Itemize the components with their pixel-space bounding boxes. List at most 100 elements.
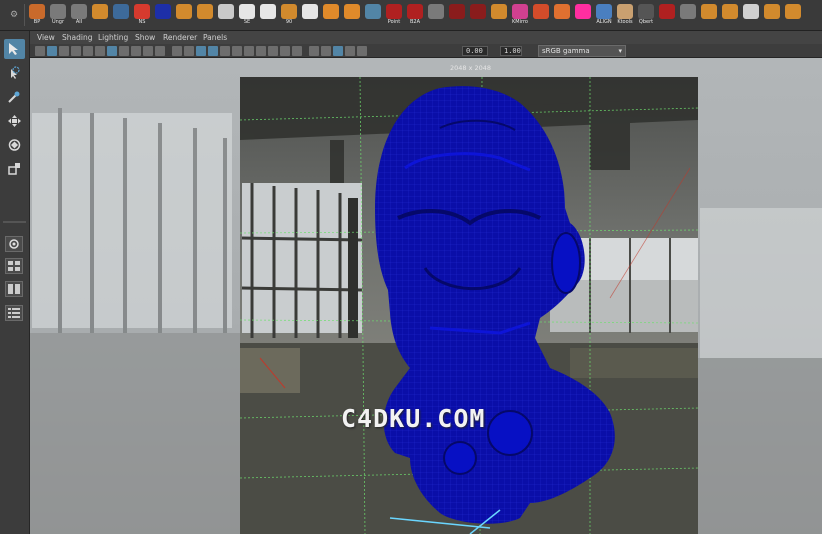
shelf-button-22[interactable]	[468, 3, 488, 28]
menu-show[interactable]: Show	[135, 33, 155, 42]
blue-panel-icon	[155, 4, 171, 19]
shelf-button-6[interactable]: NS	[132, 3, 152, 28]
hammer-icon	[659, 4, 675, 19]
shelf-button-26[interactable]	[552, 3, 572, 28]
shelf-button-19[interactable]: B2A	[405, 3, 425, 28]
globe-icon	[218, 4, 234, 19]
axis-arrows-icon	[29, 4, 45, 19]
xray-icon[interactable]	[321, 46, 331, 56]
outliner-layout-button[interactable]	[5, 305, 23, 321]
shelf-button-label: All	[75, 19, 83, 25]
shelf-button-8[interactable]	[174, 3, 194, 28]
align-icon	[596, 4, 612, 19]
shelf-button-24[interactable]: KMirro	[510, 3, 530, 28]
field-chart-icon[interactable]	[131, 46, 141, 56]
shelf-button-36[interactable]	[762, 3, 782, 28]
grid-icon[interactable]	[83, 46, 93, 56]
color-space-value: sRGB gamma	[542, 47, 590, 55]
lasso-tool[interactable]	[4, 63, 25, 83]
shelf-button-9[interactable]	[195, 3, 215, 28]
color-space-select[interactable]: sRGB gamma ▾	[538, 45, 626, 57]
shelf-button-32[interactable]	[678, 3, 698, 28]
isolate-icon[interactable]	[309, 46, 319, 56]
four-pane-layout-button[interactable]	[5, 258, 23, 274]
menu-renderer[interactable]: Renderer	[163, 33, 197, 42]
b2a-icon	[407, 4, 423, 19]
toolbox-divider	[3, 221, 26, 223]
shelf-button-37[interactable]	[783, 3, 803, 28]
shelf-button-34[interactable]	[720, 3, 740, 28]
shelf-button-4[interactable]	[90, 3, 110, 28]
shelf-settings-icon[interactable]: ⚙	[10, 11, 19, 20]
arrow-icon	[743, 4, 759, 19]
brush-blue-icon	[365, 4, 381, 19]
wireframe-on-shaded-icon[interactable]	[196, 46, 206, 56]
move-tool[interactable]	[4, 111, 25, 131]
curve-icon	[722, 4, 738, 19]
columns-icon	[491, 4, 507, 19]
film-gate-icon[interactable]	[95, 46, 105, 56]
cube-icon	[785, 4, 801, 19]
menu-shading[interactable]: Shading	[62, 33, 92, 42]
shelf-button-30[interactable]: Qbert	[636, 3, 656, 28]
xray-joints-icon[interactable]	[333, 46, 343, 56]
mirror-icon	[512, 4, 528, 19]
shelf-button-11[interactable]: SE	[237, 3, 257, 28]
viewport-panel[interactable]: 2048 x 2048 C4DKU.COM	[30, 58, 822, 534]
shelf-button-25[interactable]	[531, 3, 551, 28]
backface-icon[interactable]	[345, 46, 355, 56]
bookmark-icon[interactable]	[59, 46, 69, 56]
shelf-button-15[interactable]	[321, 3, 341, 28]
exposure-field[interactable]: 0.00	[462, 46, 488, 56]
shelf-button-label: NS	[138, 19, 146, 25]
camera-icon[interactable]	[35, 46, 45, 56]
default-material-icon[interactable]	[208, 46, 218, 56]
shelf-button-20[interactable]	[426, 3, 446, 28]
wireframe-icon[interactable]	[172, 46, 182, 56]
ungroup-icon	[50, 4, 66, 19]
exposure-icon[interactable]	[357, 46, 367, 56]
scale-tool[interactable]	[4, 159, 25, 179]
menu-view[interactable]: View	[37, 33, 55, 42]
checker-icon	[113, 4, 129, 19]
ambient-occlusion-icon[interactable]	[256, 46, 266, 56]
safe-action-icon[interactable]	[143, 46, 153, 56]
use-lights-icon[interactable]	[232, 46, 242, 56]
shelf-button-13[interactable]: 90	[279, 3, 299, 28]
shelf-button-3[interactable]: All	[69, 3, 89, 28]
shelf-button-16[interactable]	[342, 3, 362, 28]
menu-panels[interactable]: Panels	[203, 33, 227, 42]
rotate-tool[interactable]	[4, 135, 25, 155]
shelf-button-35[interactable]	[741, 3, 761, 28]
watermark-text: C4DKU.COM	[341, 404, 486, 433]
motion-blur-icon[interactable]	[268, 46, 278, 56]
camera-attr-icon[interactable]	[47, 46, 57, 56]
safe-title-icon[interactable]	[155, 46, 165, 56]
move-icon	[8, 115, 21, 127]
shelf-button-31[interactable]	[657, 3, 677, 28]
textured-icon[interactable]	[220, 46, 230, 56]
shelf-button-7[interactable]	[153, 3, 173, 28]
shelf-button-21[interactable]	[447, 3, 467, 28]
aa-icon[interactable]	[280, 46, 290, 56]
shelf-button-33[interactable]	[699, 3, 719, 28]
gamma-field[interactable]: 1.00	[500, 46, 522, 56]
shelf-button-14[interactable]	[300, 3, 320, 28]
resolution-gate-icon[interactable]	[107, 46, 117, 56]
depth-of-field-icon[interactable]	[292, 46, 302, 56]
paint-icon	[344, 4, 360, 19]
sphere-orange-icon	[197, 4, 213, 19]
two-pane-layout-button[interactable]	[5, 281, 23, 297]
paint-brush-icon	[8, 91, 20, 103]
paint-select-tool[interactable]	[4, 87, 25, 107]
gate-mask-icon[interactable]	[119, 46, 129, 56]
single-pane-layout-button[interactable]	[5, 236, 23, 252]
grid-tiles-icon	[92, 4, 108, 19]
palette-icon	[323, 4, 339, 19]
grid-dots-icon	[260, 4, 276, 19]
select-tool[interactable]	[4, 39, 25, 59]
smooth-shade-icon[interactable]	[184, 46, 194, 56]
shadows-icon[interactable]	[244, 46, 254, 56]
image-plane-icon[interactable]	[71, 46, 81, 56]
menu-lighting[interactable]: Lighting	[98, 33, 128, 42]
